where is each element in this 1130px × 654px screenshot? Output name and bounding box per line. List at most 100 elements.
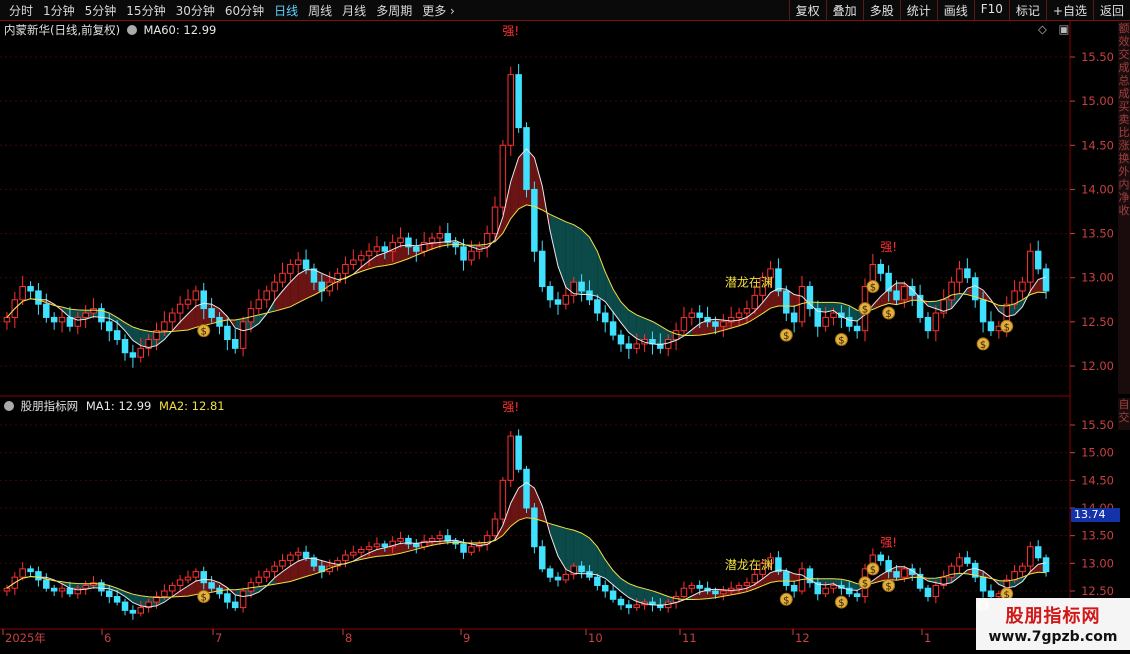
ma-fill-segment: [597, 546, 606, 579]
candle-body: [775, 268, 782, 292]
right-info-strip-sub[interactable]: 自交: [1118, 398, 1130, 430]
toolbar-action-button[interactable]: +自选: [1045, 0, 1093, 20]
right-info-strip[interactable]: 额效交成总成买卖比涨换外内净收: [1118, 22, 1130, 394]
ma-fill-segment: [589, 237, 598, 297]
ma-fill-segment: [109, 313, 118, 323]
candle-body: [507, 435, 515, 481]
period-tab[interactable]: 30分钟: [171, 2, 220, 19]
candle-body: [672, 330, 680, 341]
toolbar-action-button[interactable]: 复权: [788, 0, 826, 20]
x-tick-label: 10: [588, 631, 603, 645]
main-ma60-label: MA60: 12.99: [143, 23, 217, 37]
candle-body: [287, 263, 294, 274]
candlestick-chart-svg[interactable]: 12.00 12.50 13.00 13.50 14.00 14.50 15.00 15.50…: [0, 21, 1130, 650]
coin-icon-glyph: $: [862, 579, 868, 590]
candle-body: [562, 294, 570, 305]
strong-signal-label: 强!: [880, 536, 897, 550]
candle-body: [1034, 250, 1042, 270]
candle-body: [499, 479, 507, 520]
x-tick-label: 11: [682, 631, 697, 645]
diamond-icon[interactable]: ◇: [1038, 22, 1047, 36]
candle-body: [129, 609, 137, 614]
period-tab[interactable]: 周线: [303, 2, 337, 19]
candle-body: [208, 308, 215, 318]
y-tick-label: 13.50: [1081, 227, 1114, 241]
candle-body: [696, 584, 703, 589]
candle-body: [712, 590, 719, 595]
candle-body: [1042, 268, 1050, 292]
period-tab[interactable]: 5分钟: [80, 2, 122, 19]
candle-body: [720, 321, 727, 327]
candle-body: [790, 312, 798, 323]
candle-body: [90, 308, 97, 314]
chart-area[interactable]: 12.00 12.50 13.00 13.50 14.00 14.50 15.00 15.50…: [0, 21, 1130, 654]
panel-toggle-icon[interactable]: [4, 401, 14, 411]
candle-body: [271, 281, 278, 292]
x-tick-label: 9: [463, 631, 470, 645]
period-tab[interactable]: 更多 ›: [417, 2, 460, 19]
candle-body: [247, 308, 255, 323]
coin-icon-glyph: $: [201, 327, 207, 338]
period-tab[interactable]: 分时: [4, 2, 38, 19]
candle-body: [373, 246, 381, 252]
candle-body: [74, 316, 82, 327]
candle-body: [468, 250, 475, 261]
candle-body: [1019, 565, 1026, 573]
period-tab[interactable]: 1分钟: [38, 2, 80, 19]
period-tab[interactable]: 15分钟: [121, 2, 170, 19]
candle-body: [594, 576, 601, 586]
candle-body: [365, 250, 373, 257]
main-panel-title[interactable]: 内蒙新华(日线,前复权): [4, 23, 120, 37]
candle-body: [822, 587, 829, 595]
candle-body: [743, 308, 751, 314]
right-strip-char: 成: [1118, 87, 1130, 100]
candle-body: [35, 290, 42, 305]
candle-body: [924, 587, 932, 598]
candle-body: [397, 237, 404, 243]
sub-panel-header: 股朋指标网 MA1: 12.99 MA2: 12.81: [4, 398, 225, 414]
candle-body: [531, 507, 538, 548]
maximize-icon[interactable]: ▣: [1059, 22, 1070, 36]
candle-body: [531, 188, 538, 252]
toolbar-action-button[interactable]: F10: [973, 0, 1009, 20]
candle-body: [987, 321, 995, 332]
candle-body: [161, 590, 168, 598]
candle-body: [594, 299, 601, 314]
x-tick-label: 7: [215, 631, 222, 645]
candle-body: [696, 312, 703, 318]
right-strip-char: 成: [1118, 61, 1130, 74]
candle-body: [428, 237, 436, 243]
toolbar-action-button[interactable]: 多股: [862, 0, 900, 20]
candle-body: [720, 590, 727, 595]
y-tick-label: 15.00: [1081, 446, 1114, 460]
sub-panel-title[interactable]: 股朋指标网: [21, 399, 79, 413]
ma-fill-segment: [691, 323, 700, 336]
period-tab[interactable]: 多周期: [371, 2, 417, 19]
ma-fill-segment: [290, 561, 299, 582]
candle-body: [885, 272, 892, 292]
y-tick-label: 14.00: [1081, 182, 1114, 196]
period-tab[interactable]: 月线: [337, 2, 371, 19]
y-tick-label: 14.50: [1081, 138, 1114, 152]
candle-body: [381, 543, 389, 548]
candle-body: [137, 607, 145, 614]
candle-body: [625, 343, 633, 349]
period-tab[interactable]: 60分钟: [220, 2, 269, 19]
candle-body: [546, 568, 554, 578]
y-tick-label: 13.00: [1081, 556, 1114, 570]
candle-body: [176, 579, 184, 586]
watermark-title: 股朋指标网: [1005, 606, 1101, 627]
x-tick-label: 6: [104, 631, 111, 645]
toolbar-action-button[interactable]: 统计: [899, 0, 937, 20]
current-price-tag: 13.74: [1071, 508, 1120, 522]
candle-body: [924, 316, 932, 332]
sub-ma1-label: MA1: 12.99: [85, 399, 152, 413]
candle-body: [1027, 250, 1034, 283]
toolbar-action-button[interactable]: 返回: [1092, 0, 1130, 20]
panel-toggle-icon[interactable]: [126, 25, 137, 35]
period-tab[interactable]: 日线: [269, 2, 303, 19]
toolbar-action-button[interactable]: 标记: [1008, 0, 1046, 20]
toolbar-action-button[interactable]: 叠加: [825, 0, 863, 20]
candle-body: [436, 233, 444, 239]
toolbar-action-button[interactable]: 画线: [936, 0, 974, 20]
